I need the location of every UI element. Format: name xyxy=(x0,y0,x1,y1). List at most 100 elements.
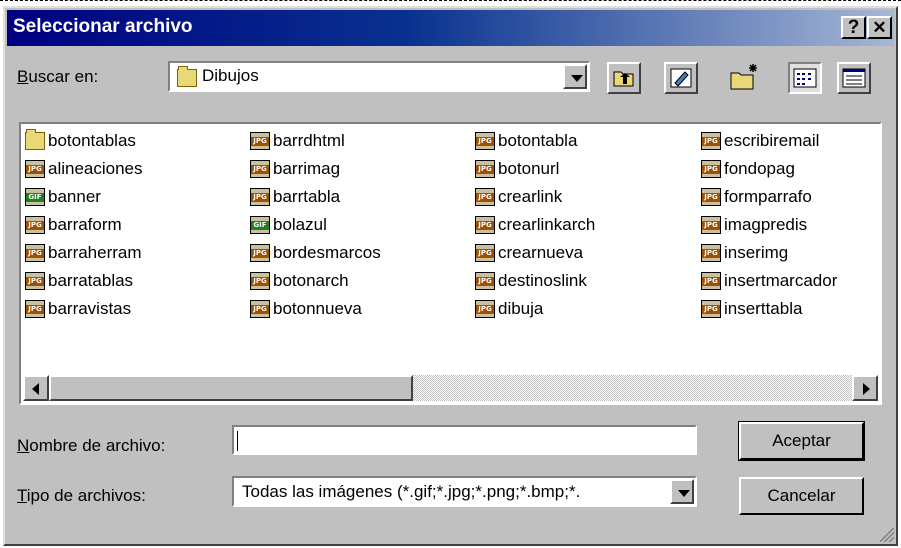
horizontal-scrollbar[interactable] xyxy=(23,375,878,401)
jpg-file-icon: JPG xyxy=(250,159,270,178)
list-view-icon xyxy=(793,68,817,88)
file-item[interactable]: JPG bordesmarcos xyxy=(250,241,381,265)
file-item[interactable]: JPG crearnueva xyxy=(475,241,583,265)
jpg-file-icon: JPG xyxy=(701,243,721,262)
file-item[interactable]: JPG dibuja xyxy=(475,297,543,321)
file-name: destinoslink xyxy=(498,271,587,290)
file-item[interactable]: botontablas xyxy=(25,128,136,153)
jpg-file-icon: JPG xyxy=(250,131,270,150)
accept-button[interactable]: Aceptar xyxy=(738,421,865,461)
file-item[interactable]: JPG botonnueva xyxy=(250,297,362,321)
file-item[interactable]: JPG crearlinkarch xyxy=(475,213,595,237)
list-view-button[interactable] xyxy=(788,62,822,94)
file-name: botonurl xyxy=(498,159,560,178)
file-name: escribiremail xyxy=(724,131,820,150)
details-view-icon xyxy=(842,68,866,88)
close-button[interactable]: ✕ xyxy=(867,16,892,39)
jpg-file-icon: JPG xyxy=(475,299,495,318)
file-item[interactable]: JPG barratablas xyxy=(25,269,133,293)
file-name: botontabla xyxy=(498,131,578,150)
file-item[interactable]: JPG barrdhtml xyxy=(250,129,345,153)
file-name: barratablas xyxy=(48,271,134,290)
file-name: crearlinkarch xyxy=(498,215,596,234)
jpg-file-icon: JPG xyxy=(701,215,721,234)
up-folder-button[interactable] xyxy=(607,62,641,94)
cancel-button[interactable]: Cancelar xyxy=(739,477,864,515)
help-button[interactable]: ? xyxy=(841,16,866,39)
folder-icon xyxy=(177,66,197,87)
resize-grip-icon[interactable] xyxy=(880,528,894,542)
file-name: barrimag xyxy=(273,159,341,178)
jpg-file-icon: JPG xyxy=(701,131,721,150)
gif-file-icon: GIF xyxy=(250,215,270,234)
file-name: botontablas xyxy=(48,131,136,150)
details-view-button[interactable] xyxy=(837,62,871,94)
file-item[interactable]: JPG fondopag xyxy=(701,157,795,181)
file-name: barrtabla xyxy=(273,187,341,206)
gif-file-icon: GIF xyxy=(25,187,45,206)
desktop-button[interactable] xyxy=(664,62,698,94)
file-item[interactable]: JPG botonurl xyxy=(475,157,559,181)
file-name: barravistas xyxy=(48,299,132,318)
jpg-file-icon: JPG xyxy=(475,159,495,178)
jpg-file-icon: JPG xyxy=(250,243,270,262)
file-item[interactable]: JPG destinoslink xyxy=(475,269,587,293)
scroll-right-button[interactable] xyxy=(852,375,878,401)
lookin-dropdown-button[interactable] xyxy=(563,64,587,89)
jpg-file-icon: JPG xyxy=(701,271,721,290)
jpg-file-icon: JPG xyxy=(475,187,495,206)
file-item[interactable]: JPG barravistas xyxy=(25,297,131,321)
file-item[interactable]: JPG inserimg xyxy=(701,241,788,265)
jpg-file-icon: JPG xyxy=(701,299,721,318)
file-name: crearlink xyxy=(498,187,563,206)
file-item[interactable]: JPG botontabla xyxy=(475,129,577,153)
file-item[interactable]: JPG crearlink xyxy=(475,185,562,209)
filetype-combo[interactable]: Todas las imágenes (*.gif;*.jpg;*.png;*.… xyxy=(232,476,697,507)
file-item[interactable]: JPG barraherram xyxy=(25,241,142,265)
file-item[interactable]: JPG insertmarcador xyxy=(701,269,837,293)
file-item[interactable]: JPG imagpredis xyxy=(701,213,807,237)
jpg-file-icon: JPG xyxy=(701,187,721,206)
jpg-file-icon: JPG xyxy=(475,131,495,150)
file-name: imagpredis xyxy=(724,215,808,234)
file-name: alineaciones xyxy=(48,159,143,178)
jpg-file-icon: JPG xyxy=(250,299,270,318)
file-item[interactable]: JPG alineaciones xyxy=(25,157,143,181)
scrollbar-thumb[interactable] xyxy=(49,375,413,401)
up-folder-icon xyxy=(613,71,634,87)
filename-label: Nombre de archivo: xyxy=(17,436,166,455)
title-bar[interactable]: Seleccionar archivo ? ✕ xyxy=(7,10,894,46)
file-name: barraform xyxy=(48,215,122,234)
file-dialog: Seleccionar archivo ? ✕ Buscar en: Dibuj… xyxy=(3,6,898,546)
file-item[interactable]: GIF bolazul xyxy=(250,213,327,237)
file-name: barrdhtml xyxy=(273,131,345,150)
jpg-file-icon: JPG xyxy=(250,187,270,206)
scroll-left-button[interactable] xyxy=(23,375,49,401)
top-border-line xyxy=(0,0,901,3)
file-item[interactable]: JPG barrtabla xyxy=(250,185,340,209)
file-item[interactable]: JPG escribiremail xyxy=(701,129,819,153)
filetype-dropdown-button[interactable] xyxy=(670,479,694,504)
filename-input[interactable] xyxy=(232,425,697,455)
file-item[interactable]: JPG formparrafo xyxy=(701,185,812,209)
jpg-file-icon: JPG xyxy=(25,243,45,262)
desktop-icon xyxy=(670,68,692,88)
text-caret xyxy=(237,431,238,451)
file-name: barraherram xyxy=(48,243,142,262)
lookin-combo[interactable]: Dibujos xyxy=(168,61,590,92)
lookin-value: Dibujos xyxy=(202,66,259,85)
arrow-right-icon xyxy=(863,383,870,395)
lookin-label: Buscar en: xyxy=(17,67,99,86)
file-item[interactable]: GIF banner xyxy=(25,185,101,209)
jpg-file-icon: JPG xyxy=(25,299,45,318)
file-item[interactable]: JPG botonarch xyxy=(250,269,349,293)
file-item[interactable]: JPG inserttabla xyxy=(701,297,802,321)
file-name: bolazul xyxy=(273,215,327,234)
jpg-file-icon: JPG xyxy=(475,215,495,234)
file-list[interactable]: botontablas JPG alineaciones GIF banner JPG ba… xyxy=(19,122,882,405)
file-item[interactable]: JPG barrimag xyxy=(250,157,340,181)
file-item[interactable]: JPG barraform xyxy=(25,213,122,237)
file-name: dibuja xyxy=(498,299,544,318)
file-name: fondopag xyxy=(724,159,795,178)
new-folder-button[interactable] xyxy=(727,61,761,93)
